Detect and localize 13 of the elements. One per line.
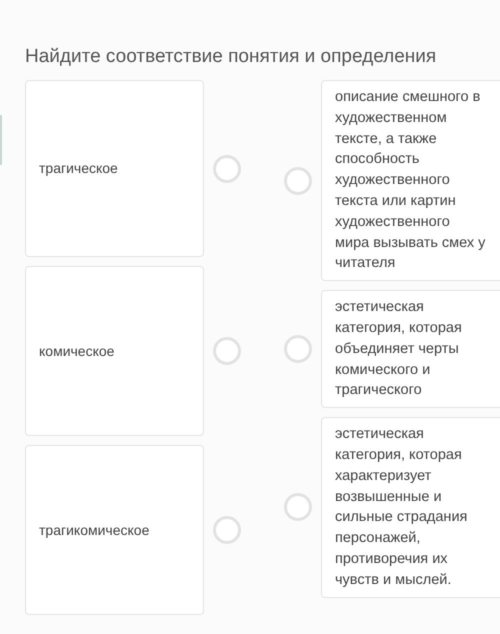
radio-button[interactable] — [284, 335, 312, 364]
term-card[interactable]: трагикомическое — [25, 445, 204, 615]
question-title: Найдите соответствие понятия и определения — [25, 45, 438, 69]
radio-button[interactable] — [213, 154, 241, 182]
definition-card[interactable]: эстетическая категория, которая характеризует возвышенные и сильные страдания персонажей, противоречия их чувств и мыслей. — [321, 417, 500, 598]
definition-card[interactable]: описание смешного в художественном тексте, а также способность художественного текста или картин художественного мира вызывать смех у читателя — [321, 80, 500, 282]
definition-card[interactable]: эстетическая категория, которая объединяет черты комического и трагического — [321, 290, 500, 408]
term-card[interactable]: комическое — [25, 266, 204, 436]
radio-button[interactable] — [213, 516, 241, 544]
term-card[interactable]: трагическое — [25, 80, 204, 257]
radio-button[interactable] — [284, 493, 312, 522]
radio-button[interactable] — [284, 166, 312, 195]
radio-button[interactable] — [213, 337, 241, 365]
